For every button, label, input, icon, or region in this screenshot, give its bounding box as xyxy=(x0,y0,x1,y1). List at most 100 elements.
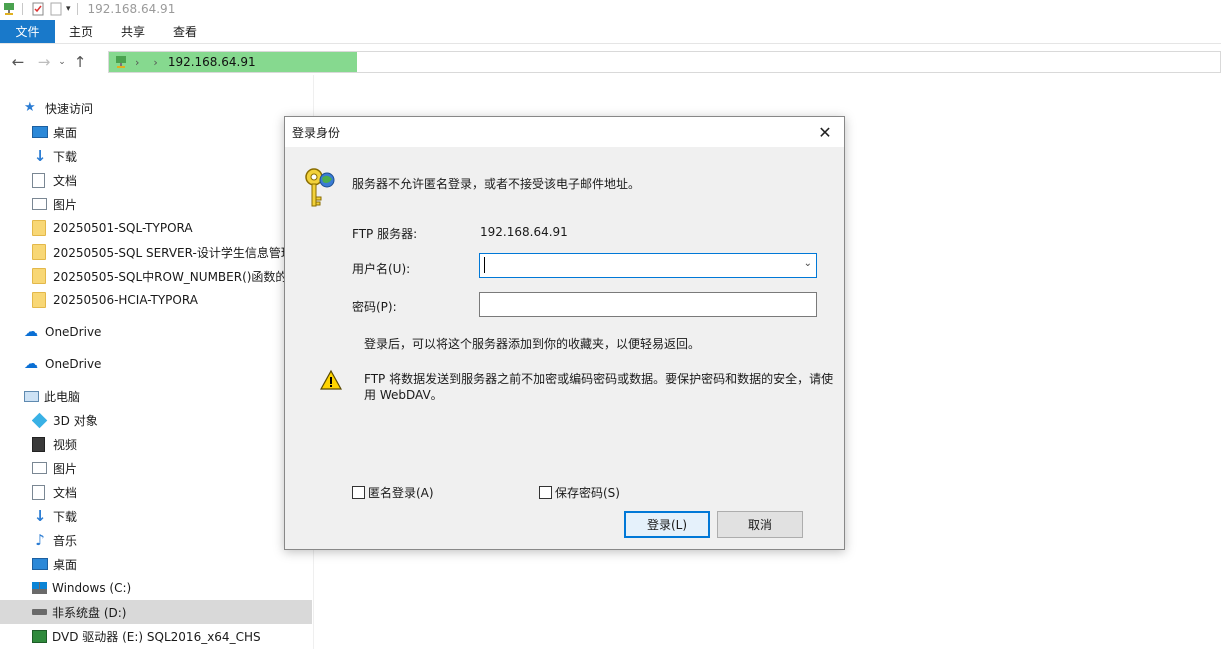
sidebar-item-label: 快速访问 xyxy=(45,101,94,116)
onedrive-cloud-icon: ☁ xyxy=(24,356,38,372)
sidebar-item-label: 20250501-SQL-TYPORA xyxy=(53,221,193,235)
up-button[interactable]: ↑ xyxy=(70,52,90,72)
sidebar-item-drive-c[interactable]: Windows (C:) xyxy=(32,576,131,600)
document-icon xyxy=(32,484,45,500)
sidebar-item-music[interactable]: ♪ 音乐 xyxy=(32,528,77,552)
sidebar-item-pictures[interactable]: 图片 xyxy=(32,192,77,216)
tab-view[interactable]: 查看 xyxy=(159,20,211,43)
sidebar-item-dvd-drive[interactable]: DVD 驱动器 (E:) SQL2016_x64_CHS xyxy=(32,624,261,648)
sidebar-item-label: 20250505-SQL SERVER-设计学生信息管理 xyxy=(53,245,293,260)
sidebar-item-label: 文档 xyxy=(53,485,78,500)
close-icon: ✕ xyxy=(818,122,832,142)
dvd-drive-icon xyxy=(32,629,47,643)
folder-icon xyxy=(32,220,46,236)
folder-icon xyxy=(32,292,46,308)
sidebar-item-downloads[interactable]: ↓ 下载 xyxy=(32,144,77,168)
sidebar-item-label: 20250505-SQL中ROW_NUMBER()函数的 xyxy=(53,269,288,284)
address-path[interactable]: 192.168.64.91 xyxy=(168,55,256,69)
desktop-icon xyxy=(32,558,48,570)
sidebar-item-this-pc[interactable]: 此电脑 xyxy=(24,384,80,408)
close-button[interactable]: ✕ xyxy=(812,120,838,144)
sidebar-item-label: 图片 xyxy=(53,461,78,476)
desktop-icon xyxy=(32,126,48,138)
download-icon: ↓ xyxy=(33,147,47,165)
folder-icon xyxy=(32,268,46,284)
login-dialog: 登录身份 ✕ 服务器不允许匿名登录，或者不接受该电子邮件地址。 FTP 服务器:… xyxy=(284,116,845,550)
password-label: 密码(P): xyxy=(352,300,397,314)
sidebar-item-pictures[interactable]: 图片 xyxy=(32,456,77,480)
sidebar-item-label: 下载 xyxy=(53,149,78,164)
sidebar-item-label: 桌面 xyxy=(53,557,78,572)
sidebar-item-folder[interactable]: 20250506-HCIA-TYPORA xyxy=(32,288,312,312)
sidebar-item-label: 20250506-HCIA-TYPORA xyxy=(53,293,198,307)
dialog-title: 登录身份 xyxy=(292,126,341,140)
sidebar-item-desktop[interactable]: 桌面 xyxy=(32,120,77,144)
username-combobox[interactable]: ⌄ xyxy=(479,253,817,278)
picture-icon xyxy=(32,462,47,474)
video-icon xyxy=(32,436,45,452)
music-icon: ♪ xyxy=(35,531,45,549)
sidebar-item-3d-objects[interactable]: 3D 对象 xyxy=(32,408,98,432)
star-icon: ★ xyxy=(24,100,36,115)
picture-icon xyxy=(32,198,47,210)
tab-share[interactable]: 共享 xyxy=(107,20,159,43)
3d-objects-icon xyxy=(32,412,48,428)
save-password-checkbox[interactable]: 保存密码(S) xyxy=(539,484,620,501)
keys-icon xyxy=(305,168,335,207)
chevron-down-icon[interactable]: ⌄ xyxy=(804,258,812,269)
security-warning-line-2: 用 WebDAV。 xyxy=(364,388,443,402)
breadcrumb-chevron-icon[interactable]: › xyxy=(135,56,139,69)
username-label: 用户名(U): xyxy=(352,262,411,276)
address-bar[interactable]: › › 192.168.64.91 xyxy=(108,51,1221,73)
sidebar-item-onedrive[interactable]: ☁ OneDrive xyxy=(24,352,101,376)
drive-icon xyxy=(32,609,47,615)
cancel-button[interactable]: 取消 xyxy=(717,511,803,538)
back-button[interactable]: ← xyxy=(8,52,28,72)
sidebar-item-documents[interactable]: 文档 xyxy=(32,480,77,504)
folder-icon xyxy=(32,244,46,260)
windows-drive-icon xyxy=(32,582,47,594)
breadcrumb-chevron-icon[interactable]: › xyxy=(153,56,157,69)
sidebar-item-label: Windows (C:) xyxy=(52,581,132,595)
checkbox-box[interactable] xyxy=(539,486,552,499)
tab-home[interactable]: 主页 xyxy=(55,20,107,43)
sidebar-item-documents[interactable]: 文档 xyxy=(32,168,77,192)
sidebar-item-onedrive[interactable]: ☁ OneDrive xyxy=(24,320,101,344)
sidebar-item-folder[interactable]: 20250501-SQL-TYPORA xyxy=(32,216,312,240)
security-warning-line-1: FTP 将数据发送到服务器之前不加密或编码密码或数据。要保护密码和数据的安全，请… xyxy=(364,372,834,386)
properties-icon[interactable] xyxy=(31,2,45,16)
login-button[interactable]: 登录(L) xyxy=(624,511,710,538)
dialog-message: 服务器不允许匿名登录，或者不接受该电子邮件地址。 xyxy=(352,177,641,191)
password-field[interactable] xyxy=(479,292,817,317)
separator xyxy=(76,3,78,15)
window-title: 192.168.64.91 xyxy=(87,2,176,16)
customize-quick-access-icon[interactable]: ▾ xyxy=(66,4,71,14)
sidebar-item-folder[interactable]: 20250505-SQL SERVER-设计学生信息管理 xyxy=(32,240,312,264)
recent-locations-button[interactable]: ⌄ xyxy=(56,52,68,72)
document-icon xyxy=(32,172,45,188)
sidebar-item-label: 图片 xyxy=(53,197,78,212)
sidebar-item-label: 此电脑 xyxy=(44,389,81,404)
sidebar-item-drive-d[interactable]: 非系统盘 (D:) xyxy=(0,600,312,624)
computer-icon xyxy=(24,390,39,402)
new-folder-icon[interactable] xyxy=(49,2,63,16)
checkbox-label: 匿名登录(A) xyxy=(368,486,434,500)
sidebar-item-folder[interactable]: 20250505-SQL中ROW_NUMBER()函数的 xyxy=(32,264,312,288)
sidebar-item-label: 视频 xyxy=(53,437,78,452)
sidebar-item-quick-access[interactable]: ★ 快速访问 xyxy=(24,96,93,120)
favorites-info-text: 登录后，可以将这个服务器添加到你的收藏夹，以便轻易返回。 xyxy=(364,337,701,351)
checkbox-box[interactable] xyxy=(352,486,365,499)
sidebar-item-desktop[interactable]: 桌面 xyxy=(32,552,77,576)
forward-button[interactable]: → xyxy=(34,52,54,72)
sidebar-item-videos[interactable]: 视频 xyxy=(32,432,77,456)
sidebar-item-label: 文档 xyxy=(53,173,78,188)
sidebar-item-label: DVD 驱动器 (E:) SQL2016_x64_CHS xyxy=(52,629,261,644)
navigation-pane: ★ 快速访问 桌面 ↓ 下载 文档 图片 20250501-SQL-TYPORA… xyxy=(0,92,313,649)
dialog-title-bar[interactable]: 登录身份 ✕ xyxy=(285,117,844,147)
tab-file[interactable]: 文件 xyxy=(0,20,55,43)
separator xyxy=(22,3,23,15)
anonymous-login-checkbox[interactable]: 匿名登录(A) xyxy=(352,484,434,501)
sidebar-item-label: 3D 对象 xyxy=(53,413,98,428)
sidebar-item-downloads[interactable]: ↓ 下载 xyxy=(32,504,77,528)
sidebar-item-label: OneDrive xyxy=(45,325,102,339)
